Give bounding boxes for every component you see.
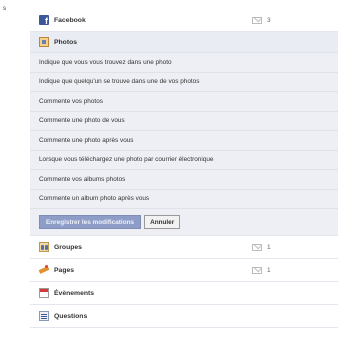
mail-icon	[252, 17, 262, 24]
count-badge: 3	[252, 17, 271, 24]
photo-option-1[interactable]: Indique que vous vous trouvez dans une p…	[30, 53, 338, 73]
notification-settings-panel: Facebook 3 Photos Indique que vous vous …	[30, 9, 338, 328]
option-label: Indique que vous vous trouvez dans une p…	[39, 58, 172, 66]
count-value: 3	[267, 17, 271, 24]
option-label: Indique que quelqu'un se trouve dans une…	[39, 78, 200, 86]
option-label: Commente vos albums photos	[39, 175, 126, 183]
category-title: Photos	[54, 38, 78, 46]
photo-option-8[interactable]: Commente un album photo après vous	[30, 190, 338, 209]
save-button[interactable]: Enregistrer les modifications	[39, 215, 142, 229]
count-value: 1	[267, 244, 271, 251]
category-title: Questions	[54, 312, 88, 320]
category-row-facebook[interactable]: Facebook 3	[30, 9, 338, 32]
calendar-icon	[39, 288, 49, 298]
option-label: Commente un album photo après vous	[39, 195, 150, 203]
category-row-events[interactable]: Évènements	[30, 282, 338, 305]
photo-option-3[interactable]: Commente vos photos	[30, 92, 338, 112]
option-label: Commente une photo de vous	[39, 117, 125, 125]
category-title: Groupes	[54, 243, 82, 251]
mail-icon	[252, 244, 262, 251]
category-row-pages[interactable]: Pages 1	[30, 259, 338, 282]
photos-icon	[39, 37, 49, 47]
category-title: Pages	[54, 266, 75, 274]
photos-section: Photos Indique que vous vous trouvez dan…	[30, 32, 338, 236]
count-badge: 1	[252, 244, 271, 251]
option-label: Commente une photo après vous	[39, 136, 134, 144]
category-row-questions[interactable]: Questions	[30, 305, 338, 328]
category-title: Facebook	[54, 16, 86, 24]
facebook-icon	[39, 15, 49, 26]
side-label: s	[3, 6, 6, 12]
pages-icon	[39, 265, 49, 275]
category-row-photos[interactable]: Photos	[30, 32, 338, 53]
category-title: Évènements	[54, 289, 95, 297]
photo-option-7[interactable]: Commente vos albums photos	[30, 170, 338, 190]
questions-icon	[39, 311, 49, 321]
option-label: Lorsque vous téléchargez une photo par c…	[39, 156, 214, 164]
count-value: 1	[267, 267, 271, 274]
photo-option-2[interactable]: Indique que quelqu'un se trouve dans une…	[30, 73, 338, 92]
photos-actions: Enregistrer les modifications Annuler	[30, 209, 338, 235]
cancel-button[interactable]: Annuler	[144, 215, 181, 229]
mail-icon	[252, 267, 262, 274]
count-badge: 1	[252, 267, 271, 274]
category-row-groups[interactable]: Groupes 1	[30, 236, 338, 259]
photo-option-4[interactable]: Commente une photo de vous	[30, 112, 338, 131]
photo-option-5[interactable]: Commente une photo après vous	[30, 131, 338, 151]
option-label: Commente vos photos	[39, 97, 103, 105]
groups-icon	[39, 242, 49, 252]
photo-option-6[interactable]: Lorsque vous téléchargez une photo par c…	[30, 151, 338, 170]
